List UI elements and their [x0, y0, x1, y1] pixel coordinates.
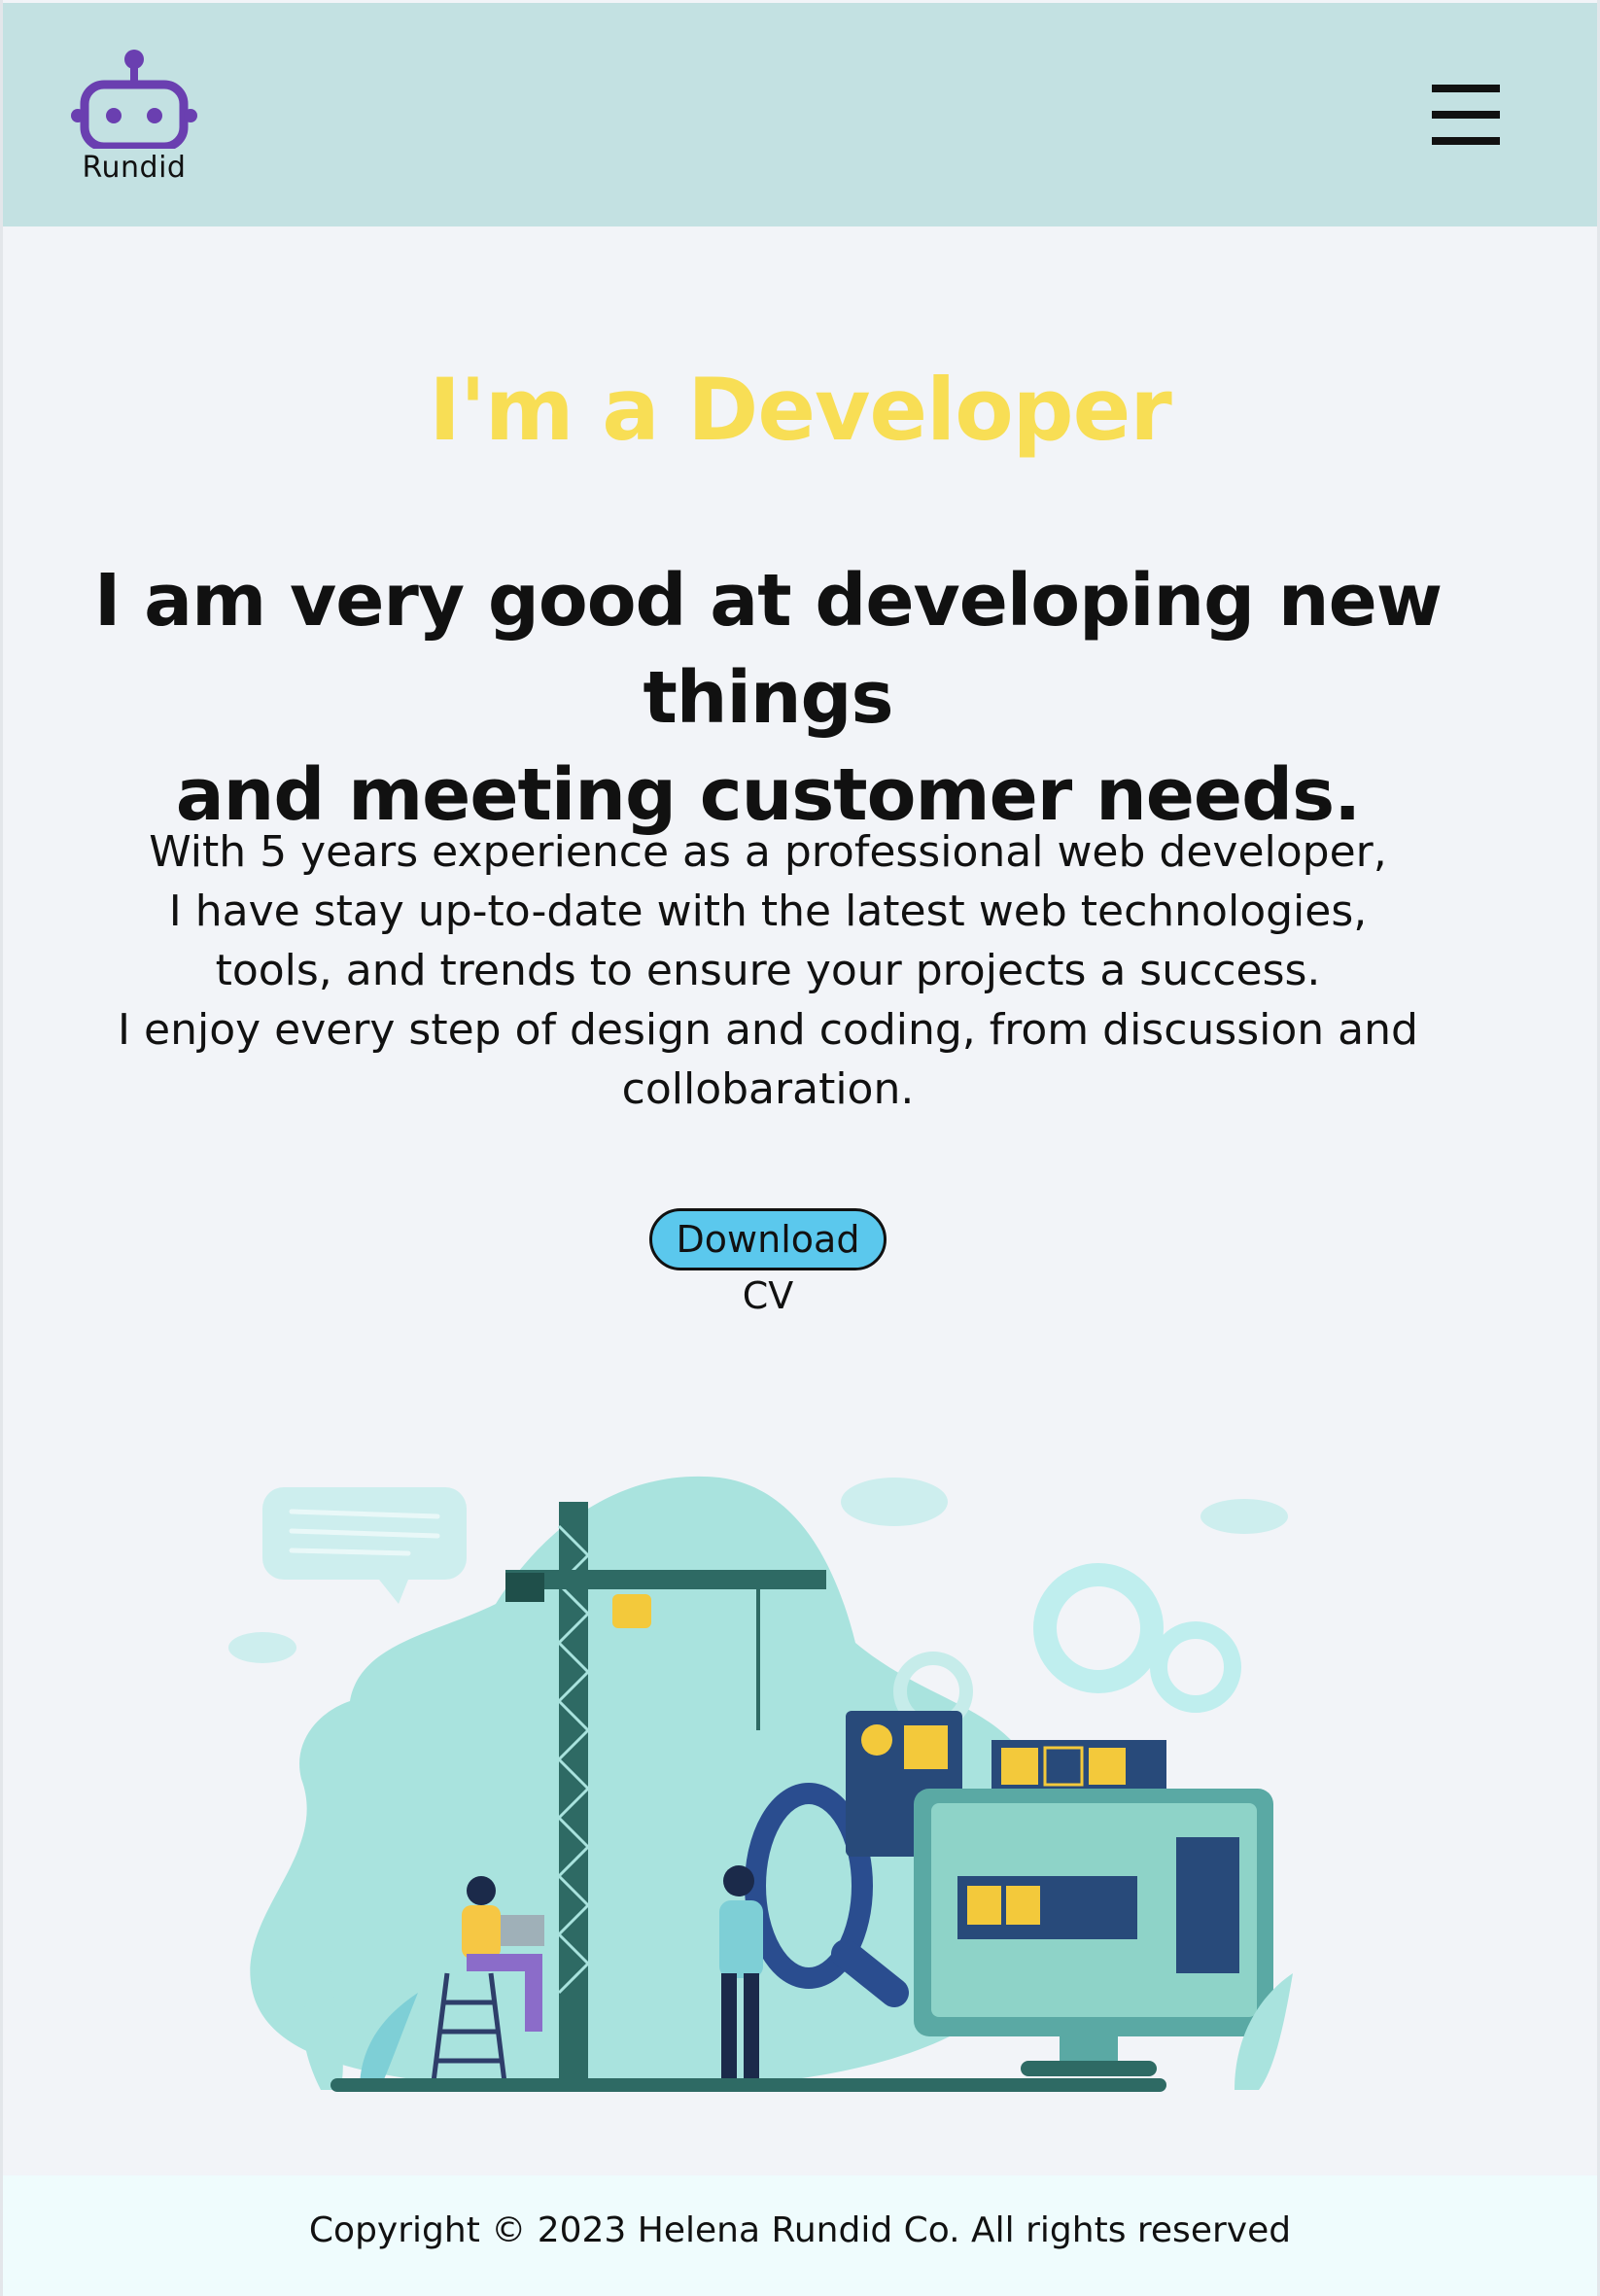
site-header: Rundid — [3, 3, 1597, 226]
developer-illustration — [228, 1476, 1293, 2092]
description-line: tools, and trends to ensure your project… — [215, 946, 1321, 995]
menu-bar — [1432, 111, 1500, 119]
description-line: I have stay up-to-date with the latest w… — [168, 887, 1368, 936]
description-line: With 5 years experience as a professiona… — [149, 827, 1387, 877]
brand-logo[interactable]: Rundid — [71, 44, 197, 185]
description-line: I enjoy every step of design and coding,… — [118, 1005, 1418, 1055]
menu-bar — [1432, 137, 1500, 145]
menu-bar — [1432, 85, 1500, 92]
description-line: collobaration. — [621, 1064, 915, 1114]
brand-name: Rundid — [82, 151, 187, 185]
hero-description: With 5 years experience as a professiona… — [117, 822, 1419, 1119]
site-footer: Copyright © 2023 Helena Rundid Co. All r… — [3, 2175, 1597, 2296]
copyright-text: Copyright © 2023 Helena Rundid Co. All r… — [308, 2210, 1292, 2250]
headline-line: I am very good at developing new things — [93, 559, 1443, 740]
robot-icon — [71, 50, 197, 149]
hero-headline: I am very good at developing new things … — [58, 552, 1478, 844]
download-cv-button[interactable]: Download CV — [649, 1208, 887, 1317]
hero-eyebrow: I'm a Developer — [429, 360, 1172, 460]
hamburger-menu-icon[interactable] — [1432, 85, 1500, 145]
